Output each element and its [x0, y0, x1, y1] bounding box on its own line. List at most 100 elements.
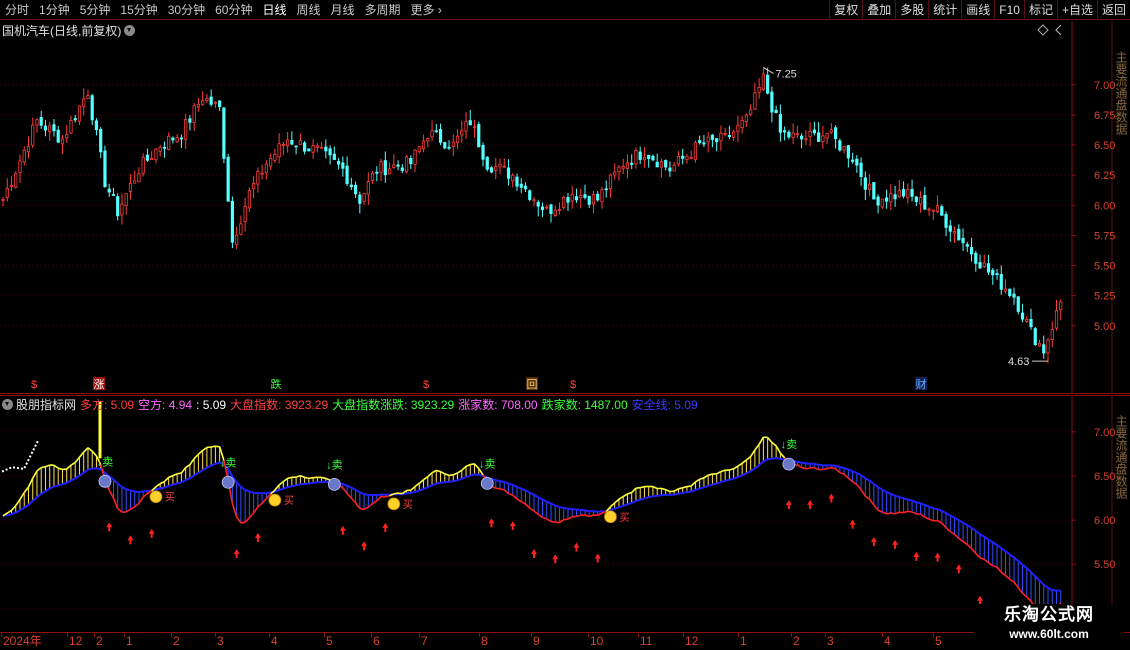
- y-tick-label: 5.25: [1094, 291, 1115, 303]
- candle-body: [787, 131, 791, 138]
- sell-signal[interactable]: ↓卖: [220, 456, 237, 469]
- buy-signal[interactable]: 买: [403, 499, 413, 511]
- candle-body: [553, 209, 557, 217]
- tool-button-3[interactable]: 统计: [928, 0, 961, 20]
- tool-button-0[interactable]: 复权: [829, 0, 862, 20]
- candle-body: [345, 165, 349, 184]
- tab-period-8[interactable]: 月线: [326, 0, 360, 20]
- candle-body: [893, 194, 897, 200]
- time-label: 7: [421, 634, 428, 648]
- candle-body: [774, 109, 778, 114]
- time-label: 1: [126, 634, 133, 648]
- candle-body: [757, 86, 761, 93]
- tab-period-9[interactable]: 多周期: [360, 0, 406, 20]
- trend-line-seg: [686, 485, 692, 488]
- tab-period-4[interactable]: 30分钟: [163, 0, 210, 20]
- candle-body: [362, 192, 366, 202]
- main-kline-svg[interactable]: 7.00 6.75 6.50 6.25 6.00 5.75 5.50 5.25 5.00 7.25…: [0, 21, 1130, 394]
- candle-body: [188, 118, 192, 123]
- event-marker[interactable]: $: [570, 379, 576, 391]
- candle-body: [485, 156, 489, 170]
- candle-body: [451, 141, 455, 148]
- sell-signal[interactable]: ↓卖: [781, 438, 798, 451]
- right-strip-text: 主要流通盘数据: [1114, 51, 1128, 136]
- candle-body: [901, 189, 906, 197]
- trend-line-seg: [907, 510, 913, 513]
- high-label: 7.25: [775, 68, 796, 80]
- candle-body: [434, 130, 438, 133]
- tab-period-3[interactable]: 15分钟: [115, 0, 162, 20]
- sad-face-icon: [480, 477, 494, 490]
- event-marker[interactable]: $: [31, 379, 37, 391]
- sell-signal[interactable]: ↓卖: [326, 458, 343, 471]
- candle-body: [438, 128, 443, 143]
- candle-body: [931, 209, 935, 212]
- candle-body: [319, 146, 324, 149]
- chevron-down-icon[interactable]: [124, 25, 136, 36]
- candle-body: [825, 133, 829, 139]
- buy-signal[interactable]: 买: [619, 512, 629, 524]
- candle-body: [60, 138, 65, 145]
- candle-body: [1037, 342, 1042, 347]
- candle-body: [978, 262, 982, 269]
- trend-line-seg: [240, 521, 246, 524]
- trend-line-seg: [707, 473, 713, 476]
- candle-body: [715, 138, 719, 143]
- buy-signal[interactable]: 买: [165, 492, 175, 504]
- event-marker[interactable]: $: [423, 379, 429, 391]
- candle-body: [986, 263, 991, 273]
- tool-button-8[interactable]: 返回: [1096, 0, 1130, 20]
- candle-body: [162, 146, 167, 149]
- sell-signal[interactable]: ↓卖: [479, 457, 496, 470]
- candle-body: [1046, 339, 1050, 354]
- event-marker[interactable]: 涨: [94, 378, 105, 391]
- time-label: 12: [685, 634, 699, 648]
- tab-period-0[interactable]: 分时: [0, 0, 34, 20]
- candle-body: [906, 189, 910, 199]
- tool-button-1[interactable]: 叠加: [862, 0, 895, 20]
- tool-button-5[interactable]: F10: [994, 0, 1024, 20]
- candle-body: [621, 166, 625, 169]
- candle-body: [923, 195, 927, 210]
- tool-button-7[interactable]: +自选: [1056, 0, 1097, 20]
- time-tick: [882, 633, 883, 637]
- trend-line-seg: [304, 476, 310, 480]
- time-tick: [324, 633, 325, 637]
- event-marker[interactable]: 回: [527, 378, 538, 391]
- y-tick-label: 6.00: [1094, 200, 1115, 212]
- tab-period-6[interactable]: 日线: [257, 0, 291, 20]
- tool-button-4[interactable]: 画线: [961, 0, 994, 20]
- tab-period-1[interactable]: 1分钟: [34, 0, 75, 20]
- candle-body: [693, 142, 698, 161]
- time-tick: [94, 633, 95, 637]
- tab-period-7[interactable]: 周线: [291, 0, 325, 20]
- time-label: 10: [590, 634, 604, 648]
- chevron-down-icon[interactable]: [2, 399, 13, 410]
- event-marker[interactable]: 跌: [271, 377, 282, 391]
- watermark-url: www.60lt.com: [1009, 627, 1089, 641]
- candle-body: [638, 151, 642, 160]
- tool-button-6[interactable]: 标记: [1023, 0, 1057, 20]
- trend-line-seg: [210, 445, 216, 448]
- candle-body: [298, 140, 302, 145]
- candle-body: [647, 154, 651, 160]
- candle-body: [817, 132, 821, 142]
- candle-body: [855, 158, 859, 166]
- tab-period-10[interactable]: 更多: [406, 0, 447, 20]
- sell-signal[interactable]: ↓卖: [97, 455, 114, 468]
- candle-body: [111, 194, 116, 196]
- candle-body: [1050, 329, 1054, 341]
- candle-body: [914, 196, 918, 202]
- tab-period-5[interactable]: 60分钟: [210, 0, 257, 20]
- time-label: 5: [935, 634, 942, 648]
- tab-period-2[interactable]: 5分钟: [75, 0, 116, 20]
- indicator-svg[interactable]: 7.006.506.005.505.00↓卖买↓卖买↓卖买↓卖买↓卖主要流通盘数…: [0, 395, 1130, 632]
- y-tick-label: 7.00: [1094, 80, 1115, 92]
- buy-signal[interactable]: 买: [284, 495, 294, 507]
- main-kline-panel[interactable]: 7.00 6.75 6.50 6.25 6.00 5.75 5.50 5.25 5.00 7.25…: [0, 21, 1130, 394]
- candle-body: [349, 184, 353, 188]
- y-tick-label: 5.00: [1094, 321, 1115, 333]
- indicator-panel[interactable]: 7.006.506.005.505.00↓卖买↓卖买↓卖买↓卖买↓卖主要流通盘数…: [0, 395, 1130, 632]
- tool-button-2[interactable]: 多股: [895, 0, 928, 20]
- event-marker[interactable]: 财: [916, 377, 927, 391]
